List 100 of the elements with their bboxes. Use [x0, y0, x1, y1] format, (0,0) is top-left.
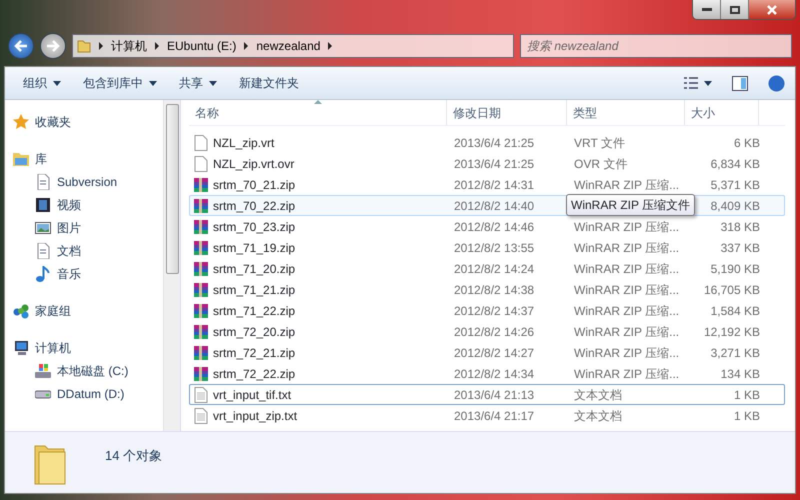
forward-arrow-icon — [46, 40, 60, 52]
file-type: 文本文档 — [573, 386, 623, 404]
file-row[interactable]: srtm_71_21.zip 2012/8/2 14:38 WinRAR ZIP 压缩... 16,705 KB — [189, 279, 785, 300]
sidebar-item[interactable]: 音乐 — [13, 262, 163, 285]
column-header[interactable]: 修改日期 — [447, 100, 567, 125]
breadcrumb[interactable]: newzealand — [256, 37, 320, 55]
file-name: srtm_72_22.zip — [213, 366, 296, 382]
breadcrumb[interactable]: 计算机 — [111, 37, 147, 55]
file-size: 6 KB — [732, 134, 760, 152]
view-icon — [684, 77, 698, 89]
search-field[interactable]: 搜索 newzealand — [520, 34, 792, 58]
close-icon — [767, 4, 777, 14]
file-type: OVR 文件 — [573, 156, 628, 172]
file-row[interactable]: srtm_70_23.zip 2012/8/2 14:46 WinRAR ZIP 压缩... 318 KB — [189, 216, 785, 237]
file-row[interactable]: NZL_zip.vrt.ovr 2013/6/4 21:25 OVR 文件 6,834 KB — [189, 153, 785, 174]
file-name: srtm_70_22.zip — [213, 198, 296, 214]
minimize-button[interactable] — [693, 0, 721, 19]
sidebar-item[interactable]: 本地磁盘 (C:) — [13, 359, 163, 382]
file-row[interactable]: srtm_70_21.zip 2012/8/2 14:31 WinRAR ZIP 压缩... 5,371 KB — [189, 174, 785, 195]
forward-button[interactable] — [40, 33, 66, 59]
drive-icon — [35, 362, 51, 378]
film-icon — [35, 196, 51, 212]
sidebar-item[interactable]: 图片 — [13, 216, 163, 239]
sidebar-item[interactable]: 视频 — [13, 193, 163, 216]
file-date: 2012/8/2 14:34 — [453, 366, 536, 382]
document-icon — [35, 242, 51, 258]
scrollbar[interactable] — [163, 100, 180, 431]
file-row[interactable]: srtm_71_20.zip 2012/8/2 14:24 WinRAR ZIP 压缩... 5,190 KB — [189, 258, 785, 279]
sidebar-item[interactable]: 收藏夹 — [13, 110, 163, 133]
toolbar-button[interactable]: 组织 — [15, 71, 69, 95]
sidebar-item[interactable]: Subversion — [13, 170, 163, 193]
file-size: 134 KB — [720, 366, 760, 382]
file-type: WinRAR ZIP 压缩... — [573, 302, 680, 320]
file-type: WinRAR ZIP 压缩... — [573, 218, 680, 236]
file-type: WinRAR ZIP 压缩... — [573, 176, 680, 194]
toolbar-button[interactable]: 共享 — [171, 71, 225, 95]
sidebar-item[interactable]: 计算机 — [13, 336, 163, 359]
sort-arrow-icon — [314, 100, 322, 104]
archive-icon — [193, 302, 209, 318]
file-row[interactable]: vrt_input_zip.txt 2013/6/4 21:17 文本文档 1 KB — [189, 405, 785, 426]
file-row[interactable]: srtm_71_22.zip 2012/8/2 14:37 WinRAR ZIP 压缩... 1,584 KB — [189, 300, 785, 321]
sidebar-item[interactable]: 家庭组 — [13, 299, 163, 322]
file-type: WinRAR ZIP 压缩... — [573, 324, 680, 340]
file-date: 2012/8/2 14:26 — [453, 324, 536, 340]
file-name: srtm_71_19.zip — [213, 240, 296, 256]
file-type: WinRAR ZIP 压缩... — [573, 344, 680, 362]
file-date: 2012/8/2 14:38 — [453, 282, 536, 298]
close-button[interactable] — [749, 0, 795, 19]
star-icon — [13, 114, 29, 130]
file-name: NZL_zip.vrt.ovr — [213, 156, 294, 172]
file-date: 2012/8/2 13:55 — [453, 240, 536, 256]
file-row[interactable]: srtm_71_19.zip 2012/8/2 13:55 WinRAR ZIP 压缩... 337 KB — [189, 237, 785, 258]
file-size: 1 KB — [732, 386, 760, 404]
column-header[interactable]: 类型 — [567, 100, 685, 125]
file-row[interactable]: vrt_input_tif.txt 2013/6/4 21:13 文本文档 1 KB — [189, 384, 785, 405]
file-row[interactable]: NZL_zip.vrt 2013/6/4 21:25 VRT 文件 6 KB — [189, 132, 785, 153]
file-date: 2012/8/2 14:37 — [453, 302, 536, 320]
back-button[interactable] — [8, 33, 34, 59]
file-row[interactable]: srtm_72_21.zip 2012/8/2 14:27 WinRAR ZIP 压缩... 3,271 KB — [189, 342, 785, 363]
maximize-icon — [730, 6, 740, 14]
file-type: VRT 文件 — [573, 134, 626, 152]
file-name: srtm_71_21.zip — [213, 282, 296, 298]
maximize-button[interactable] — [721, 0, 749, 19]
file-date: 2013/6/4 21:13 — [453, 386, 536, 404]
toolbar-button[interactable]: 新建文件夹 — [231, 71, 307, 95]
archive-icon — [193, 176, 209, 192]
file-row[interactable]: srtm_72_22.zip 2012/8/2 14:34 WinRAR ZIP 压缩... 134 KB — [189, 363, 785, 384]
file-size: 1 KB — [732, 408, 760, 424]
file-size: 6,834 KB — [710, 156, 760, 172]
file-date: 2012/8/2 14:27 — [453, 344, 536, 362]
library-icon — [13, 150, 29, 166]
document-icon — [35, 174, 51, 190]
file-name: srtm_72_21.zip — [213, 344, 296, 362]
column-header[interactable]: 大小 — [685, 100, 759, 125]
file-row[interactable]: srtm_72_20.zip 2012/8/2 14:26 WinRAR ZIP 压缩... 12,192 KB — [189, 321, 785, 342]
archive-icon — [193, 324, 209, 340]
caret-icon — [149, 81, 157, 86]
file-size: 8,409 KB — [710, 198, 760, 214]
sidebar-item[interactable]: 库 — [13, 147, 163, 170]
file-name: srtm_72_20.zip — [213, 324, 296, 340]
file-icon — [193, 134, 209, 150]
file-type: WinRAR ZIP 压缩... — [573, 260, 680, 278]
file-date: 2013/6/4 21:17 — [453, 408, 536, 424]
file-name: srtm_70_21.zip — [213, 176, 296, 194]
chevron-icon — [99, 42, 103, 50]
column-header[interactable]: 名称 — [189, 100, 447, 125]
file-size: 337 KB — [720, 240, 760, 256]
sidebar-item[interactable]: DDatum (D:) — [13, 382, 163, 405]
file-date: 2013/6/4 21:25 — [453, 156, 536, 172]
file-size: 5,190 KB — [710, 260, 760, 278]
address-bar[interactable]: 计算机 EUbuntu (E:) newzealand — [72, 34, 514, 58]
sidebar-item[interactable]: 文档 — [13, 239, 163, 262]
caret-icon — [53, 81, 61, 86]
file-date: 2013/6/4 21:25 — [453, 134, 536, 152]
file-date: 2012/8/2 14:31 — [453, 176, 536, 194]
toolbar-button[interactable]: 包含到库中 — [75, 71, 165, 95]
breadcrumb[interactable]: EUbuntu (E:) — [167, 37, 236, 55]
file-date: 2012/8/2 14:46 — [453, 218, 536, 236]
file-name: srtm_71_22.zip — [213, 302, 296, 320]
file-name: srtm_71_20.zip — [213, 260, 296, 278]
